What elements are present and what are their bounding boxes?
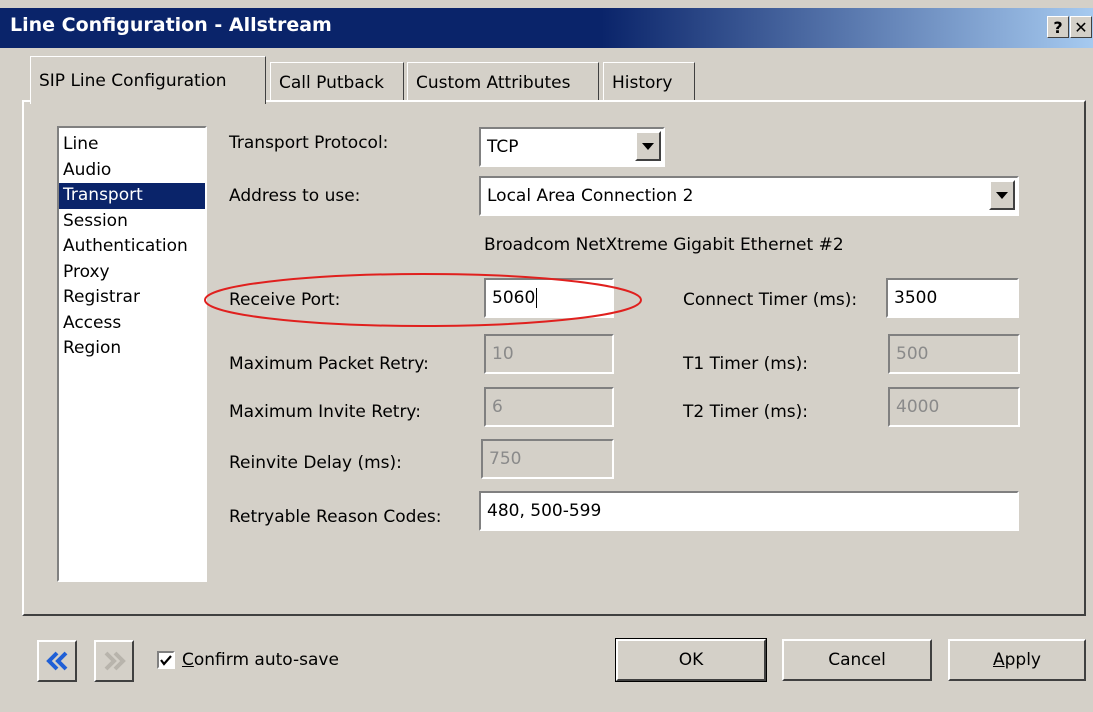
- section-item-audio[interactable]: Audio: [59, 158, 205, 184]
- max-packet-retry-label: Maximum Packet Retry:: [229, 354, 429, 374]
- double-chevron-right-icon: [104, 651, 126, 671]
- chevron-down-icon[interactable]: [635, 131, 661, 161]
- double-chevron-left-icon: [46, 651, 68, 671]
- transport-protocol-value: TCP: [487, 137, 519, 157]
- help-button[interactable]: ?: [1047, 16, 1069, 38]
- window-title: Line Configuration - Allstream: [10, 14, 332, 36]
- section-item-access[interactable]: Access: [59, 311, 205, 337]
- section-item-proxy[interactable]: Proxy: [59, 260, 205, 286]
- retryable-codes-input[interactable]: 480, 500-599: [479, 491, 1019, 531]
- confirm-autosave-text: onfirm auto-save: [193, 650, 339, 670]
- close-button[interactable]: ✕: [1070, 16, 1092, 38]
- tab-call-putback[interactable]: Call Putback: [270, 62, 404, 100]
- t2-timer-label: T2 Timer (ms):: [683, 402, 809, 422]
- confirm-autosave-mnemonic: C: [182, 650, 194, 670]
- transport-protocol-label: Transport Protocol:: [229, 133, 389, 153]
- max-invite-retry-label: Maximum Invite Retry:: [229, 402, 421, 422]
- t2-timer-input[interactable]: 4000: [888, 387, 1020, 427]
- retryable-codes-label: Retryable Reason Codes:: [229, 507, 442, 527]
- t1-timer-label: T1 Timer (ms):: [683, 354, 809, 374]
- section-item-registrar[interactable]: Registrar: [59, 285, 205, 311]
- tab-sip-line-configuration[interactable]: SIP Line Configuration: [30, 56, 266, 104]
- apply-button[interactable]: Apply: [948, 639, 1086, 681]
- chevron-down-icon[interactable]: [989, 180, 1015, 210]
- address-select[interactable]: Local Area Connection 2: [479, 176, 1019, 216]
- transport-protocol-select[interactable]: TCP: [479, 127, 665, 167]
- address-label: Address to use:: [229, 186, 361, 206]
- tab-custom-attributes[interactable]: Custom Attributes: [407, 62, 599, 100]
- cancel-button[interactable]: Cancel: [782, 639, 932, 681]
- section-list[interactable]: Line Audio Transport Session Authentication P…: [57, 126, 207, 582]
- forward-button[interactable]: [94, 640, 134, 682]
- max-invite-retry-input[interactable]: 6: [484, 387, 614, 427]
- section-item-line[interactable]: Line: [59, 132, 205, 158]
- reinvite-delay-input[interactable]: 750: [481, 439, 614, 479]
- apply-mnemonic: A: [992, 650, 1005, 670]
- address-value: Local Area Connection 2: [487, 186, 694, 206]
- section-item-region[interactable]: Region: [59, 336, 205, 362]
- checkmark-icon: [160, 655, 172, 666]
- connect-timer-input[interactable]: 3500: [886, 278, 1019, 318]
- annotation-ellipse: [204, 273, 642, 327]
- adapter-name: Broadcom NetXtreme Gigabit Ethernet #2: [484, 235, 844, 255]
- section-item-transport[interactable]: Transport: [59, 183, 205, 209]
- back-button[interactable]: [37, 640, 77, 682]
- connect-timer-label: Connect Timer (ms):: [683, 290, 858, 310]
- confirm-autosave-checkbox[interactable]: [157, 651, 175, 669]
- confirm-autosave-label[interactable]: Confirm auto-save: [182, 650, 339, 670]
- ok-button[interactable]: OK: [615, 638, 767, 682]
- section-item-session[interactable]: Session: [59, 209, 205, 235]
- max-packet-retry-input[interactable]: 10: [484, 334, 614, 374]
- reinvite-delay-label: Reinvite Delay (ms):: [229, 453, 402, 473]
- apply-text: pply: [1004, 650, 1041, 670]
- section-item-authentication[interactable]: Authentication: [59, 234, 205, 260]
- tab-history[interactable]: History: [603, 62, 695, 100]
- t1-timer-input[interactable]: 500: [888, 334, 1020, 374]
